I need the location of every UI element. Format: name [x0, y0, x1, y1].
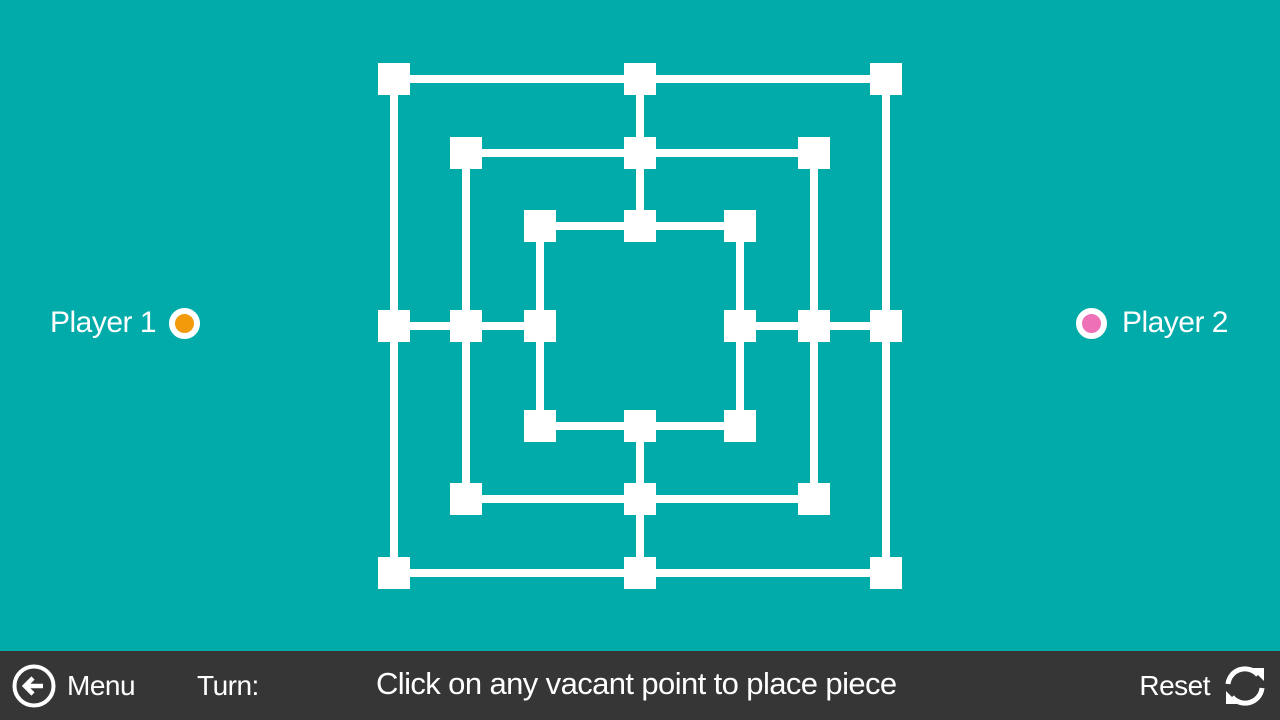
board-point-inner-top-right[interactable]	[724, 210, 756, 242]
game-board	[378, 63, 902, 589]
board-point-middle-top-right[interactable]	[798, 137, 830, 169]
arrow-left-circle-icon	[12, 664, 56, 708]
board-point-middle-left[interactable]	[450, 310, 482, 342]
board-point-middle-right[interactable]	[798, 310, 830, 342]
refresh-icon	[1225, 666, 1265, 706]
turn-label: Turn:	[197, 670, 259, 701]
board-point-middle-bottom-right[interactable]	[798, 483, 830, 515]
reset-label: Reset	[1139, 670, 1210, 701]
board-point-inner-top-left[interactable]	[524, 210, 556, 242]
board-point-middle-bottom[interactable]	[624, 483, 656, 515]
board-point-outer-bottom-left[interactable]	[378, 557, 410, 589]
board-point-inner-right[interactable]	[724, 310, 756, 342]
board-point-outer-top-right[interactable]	[870, 63, 902, 95]
board-point-outer-bottom-right[interactable]	[870, 557, 902, 589]
board-point-inner-top[interactable]	[624, 210, 656, 242]
board-point-inner-bottom-right[interactable]	[724, 410, 756, 442]
board-point-outer-left[interactable]	[378, 310, 410, 342]
board-point-outer-top[interactable]	[624, 63, 656, 95]
board-point-outer-top-left[interactable]	[378, 63, 410, 95]
board-point-outer-bottom[interactable]	[624, 557, 656, 589]
game-stage: Player 1 Player 2 Menu Turn: Click on an…	[0, 0, 1280, 720]
board-points	[378, 63, 902, 589]
board-point-middle-bottom-left[interactable]	[450, 483, 482, 515]
menu-label: Menu	[67, 670, 136, 701]
board-point-inner-bottom-left[interactable]	[524, 410, 556, 442]
reset-button[interactable]: Reset	[1139, 663, 1268, 709]
status-message: Click on any vacant point to place piece	[376, 666, 897, 701]
bottom-bar: Menu Turn: Click on any vacant point to …	[0, 651, 1280, 720]
board-point-outer-right[interactable]	[870, 310, 902, 342]
board-point-inner-bottom[interactable]	[624, 410, 656, 442]
board-point-middle-top-left[interactable]	[450, 137, 482, 169]
board-point-middle-top[interactable]	[624, 137, 656, 169]
menu-button[interactable]: Menu	[12, 664, 136, 708]
board-point-inner-left[interactable]	[524, 310, 556, 342]
